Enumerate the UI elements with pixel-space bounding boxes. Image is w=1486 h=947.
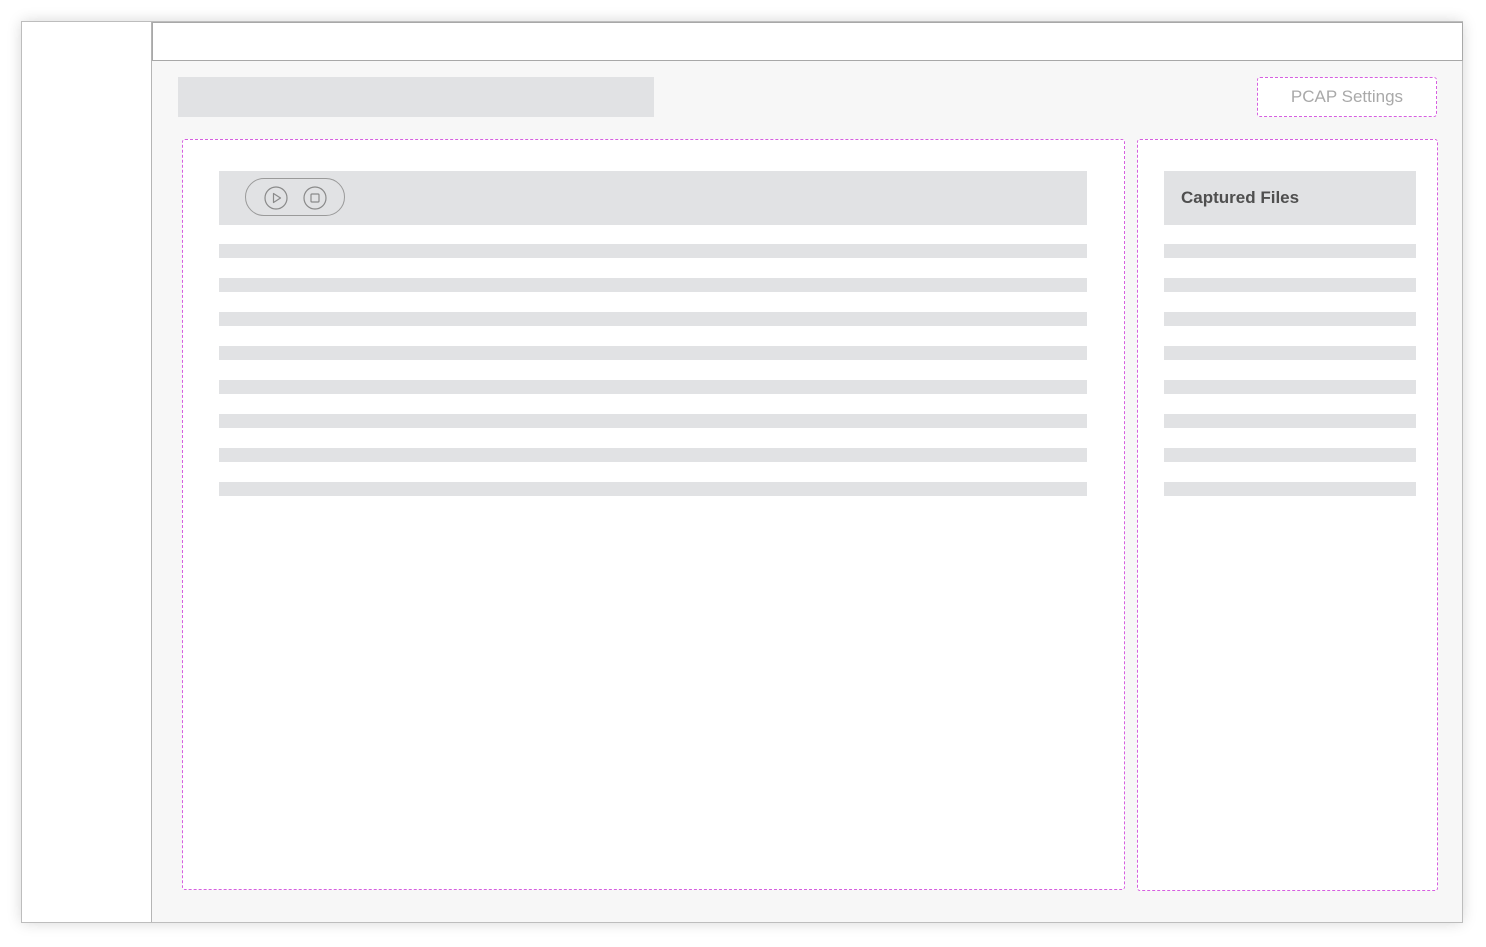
captured-files-title: Captured Files [1164,171,1416,225]
app-window: PCAP Settings Captured Files [21,21,1463,923]
page-title-placeholder [178,77,654,117]
file-row-placeholder[interactable] [1164,346,1416,360]
left-sidebar [22,22,152,922]
captured-files-panel: Captured Files [1137,139,1438,891]
capture-controls [245,178,345,216]
packet-row-placeholder [219,312,1087,326]
packet-row-placeholder [219,414,1087,428]
file-row-placeholder[interactable] [1164,482,1416,496]
packet-row-placeholder [219,448,1087,462]
capture-panel [182,139,1125,890]
packet-row-placeholder [219,380,1087,394]
file-row-placeholder[interactable] [1164,278,1416,292]
stop-icon [303,186,327,210]
file-row-placeholder[interactable] [1164,448,1416,462]
packet-row-placeholder [219,482,1087,496]
file-row-placeholder[interactable] [1164,244,1416,258]
pcap-settings-button[interactable]: PCAP Settings [1257,77,1437,117]
packet-row-placeholder [219,278,1087,292]
file-row-placeholder[interactable] [1164,380,1416,394]
play-icon [264,186,288,210]
packet-row-placeholder [219,244,1087,258]
stop-button[interactable] [303,186,327,210]
capture-packet-list [219,244,1087,516]
play-button[interactable] [264,186,288,210]
packet-row-placeholder [219,346,1087,360]
top-bar [152,22,1463,61]
captured-files-list [1164,244,1416,516]
capture-toolbar [219,171,1087,225]
file-row-placeholder[interactable] [1164,312,1416,326]
file-row-placeholder[interactable] [1164,414,1416,428]
